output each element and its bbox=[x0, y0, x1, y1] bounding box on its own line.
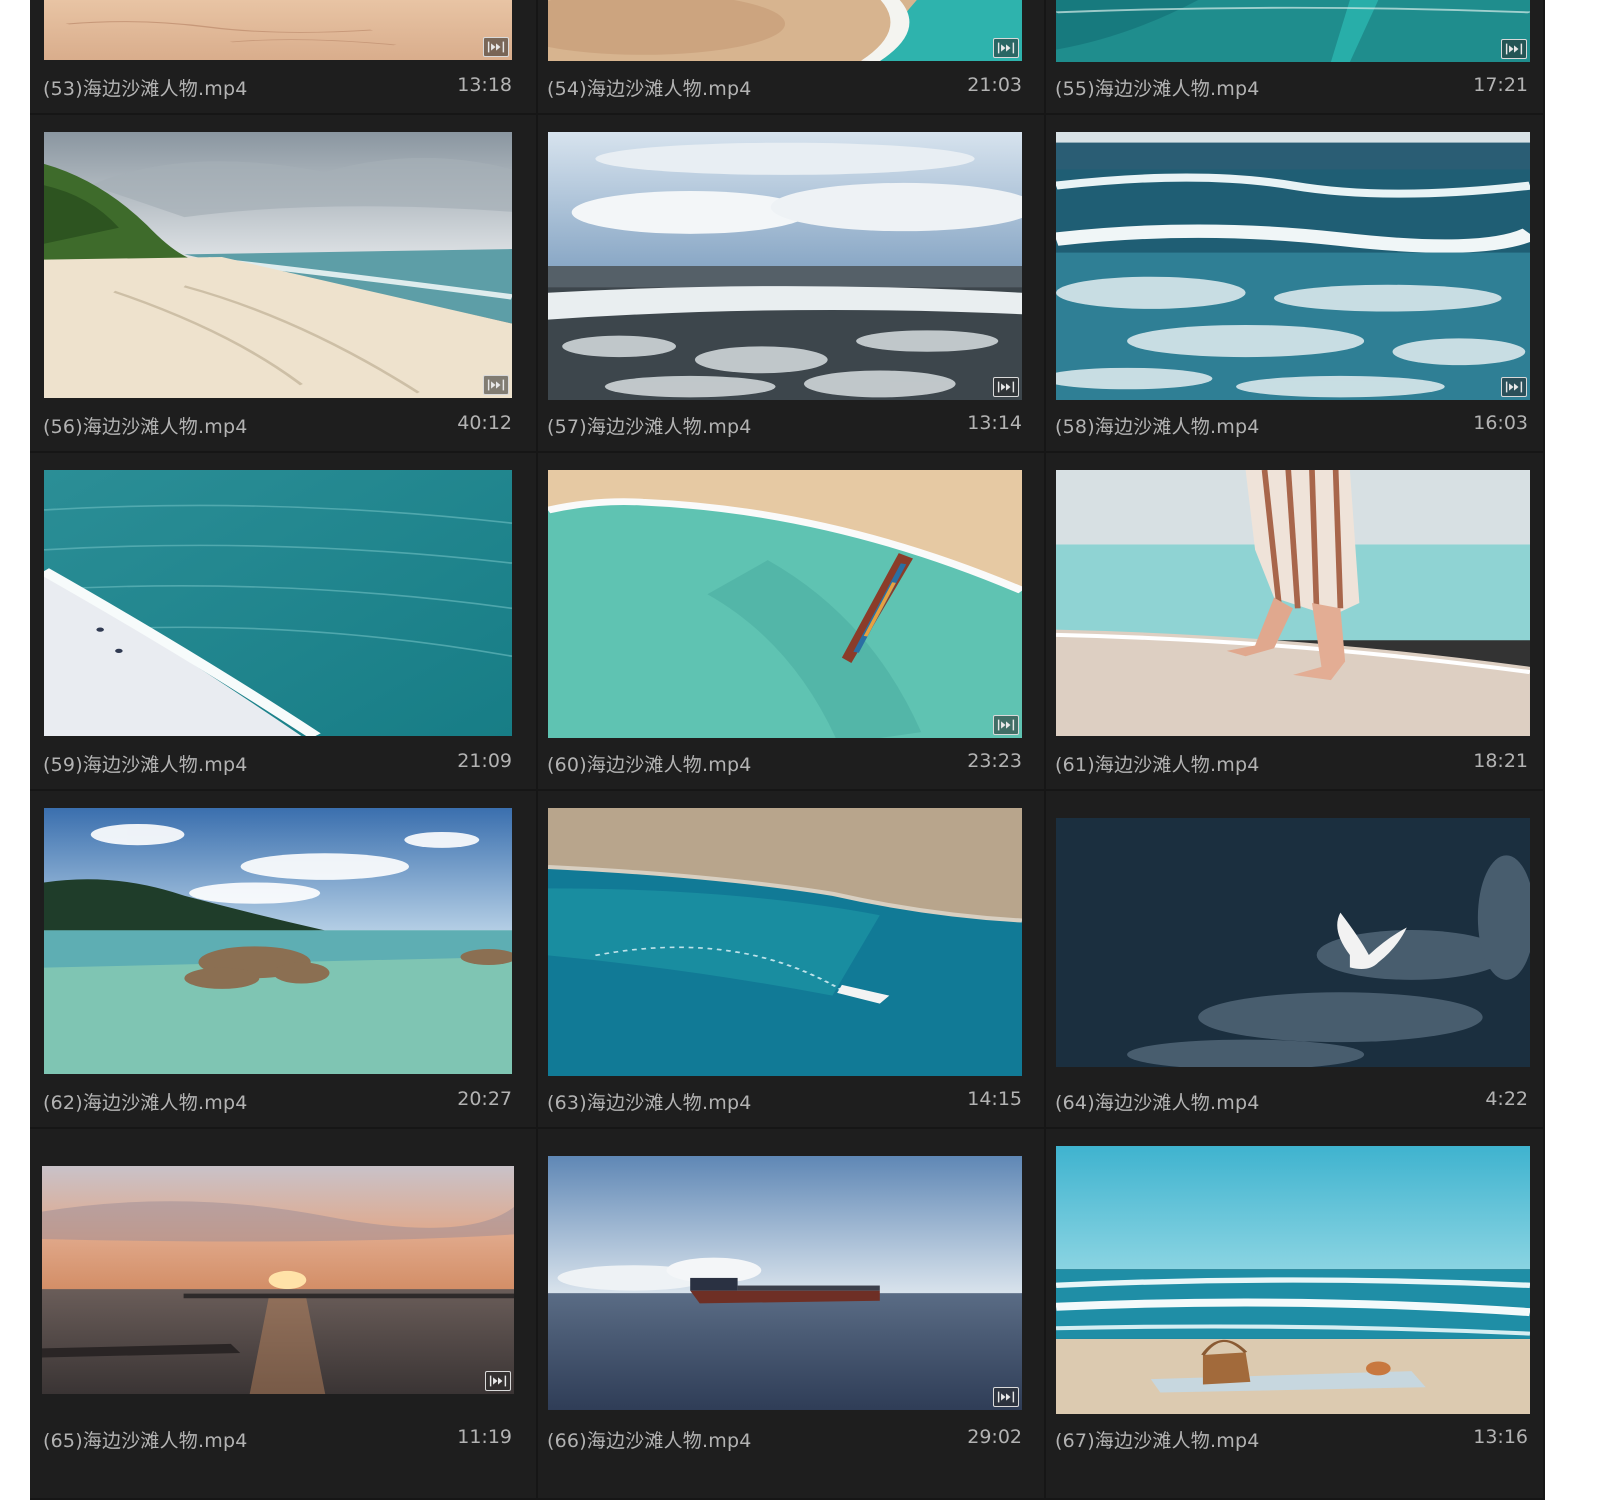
clip-duration: 20:27 bbox=[457, 1088, 512, 1110]
clip-name: (60)海边沙滩人物.mp4 bbox=[547, 754, 752, 776]
clip-name: (64)海边沙滩人物.mp4 bbox=[1055, 1092, 1260, 1114]
clip-thumbnail[interactable] bbox=[548, 1156, 1022, 1410]
clip-name: (59)海边沙滩人物.mp4 bbox=[43, 754, 248, 776]
clip-name: (66)海边沙滩人物.mp4 bbox=[547, 1430, 752, 1452]
clip-name: (63)海边沙滩人物.mp4 bbox=[547, 1092, 752, 1114]
clip-duration: 13:18 bbox=[457, 74, 512, 96]
clip-name: (56)海边沙滩人物.mp4 bbox=[43, 416, 248, 438]
video-audio-icon bbox=[485, 1371, 511, 1391]
clip-thumbnail[interactable] bbox=[548, 470, 1022, 738]
video-audio-icon bbox=[1501, 377, 1527, 397]
video-audio-icon bbox=[993, 377, 1019, 397]
clip-thumbnail[interactable] bbox=[44, 132, 512, 398]
clip-thumbnail[interactable] bbox=[44, 470, 512, 736]
clip-thumbnail[interactable] bbox=[1056, 1146, 1530, 1414]
clip-duration: 23:23 bbox=[967, 750, 1022, 772]
clip-thumbnail[interactable] bbox=[44, 0, 512, 60]
thumbnail-image bbox=[42, 1166, 514, 1394]
clip-thumbnail[interactable] bbox=[44, 808, 512, 1074]
clip-duration: 29:02 bbox=[967, 1426, 1022, 1448]
clip-duration: 21:03 bbox=[967, 74, 1022, 96]
clip-duration: 18:21 bbox=[1473, 750, 1528, 772]
clip-name: (62)海边沙滩人物.mp4 bbox=[43, 1092, 248, 1114]
video-audio-icon bbox=[1501, 39, 1527, 59]
clip-duration: 13:16 bbox=[1473, 1426, 1528, 1448]
media-bin-panel: (53)海边沙滩人物.mp4 13:18 (54)海边沙滩人物.mp4 21:03 … bbox=[30, 0, 1545, 1500]
clip-name: (57)海边沙滩人物.mp4 bbox=[547, 416, 752, 438]
thumbnail-image bbox=[548, 132, 1022, 400]
clip-thumbnail[interactable] bbox=[1056, 132, 1530, 400]
clip-duration: 13:14 bbox=[967, 412, 1022, 434]
clip-name: (61)海边沙滩人物.mp4 bbox=[1055, 754, 1260, 776]
thumbnail-image bbox=[44, 132, 512, 398]
clip-thumbnail[interactable] bbox=[1056, 0, 1530, 62]
clip-duration: 40:12 bbox=[457, 412, 512, 434]
clip-name: (58)海边沙滩人物.mp4 bbox=[1055, 416, 1260, 438]
thumbnail-image bbox=[548, 0, 1022, 61]
clip-thumbnail[interactable] bbox=[1056, 470, 1530, 736]
thumbnail-image bbox=[548, 1156, 1022, 1410]
video-audio-icon bbox=[993, 715, 1019, 735]
thumbnail-image bbox=[44, 470, 512, 736]
clip-duration: 21:09 bbox=[457, 750, 512, 772]
clip-duration: 4:22 bbox=[1485, 1088, 1528, 1110]
thumbnail-image bbox=[44, 0, 512, 60]
clip-name: (65)海边沙滩人物.mp4 bbox=[43, 1430, 248, 1452]
thumbnail-image bbox=[548, 808, 1022, 1076]
clip-duration: 17:21 bbox=[1473, 74, 1528, 96]
video-audio-icon bbox=[993, 38, 1019, 58]
clip-thumbnail[interactable] bbox=[548, 0, 1022, 61]
thumbnail-image bbox=[1056, 818, 1530, 1067]
thumbnail-image bbox=[1056, 0, 1530, 62]
thumbnail-image bbox=[1056, 470, 1530, 736]
thumbnail-image bbox=[1056, 132, 1530, 400]
clip-thumbnail[interactable] bbox=[548, 132, 1022, 400]
thumbnail-image bbox=[1056, 1146, 1530, 1414]
thumbnail-image bbox=[548, 470, 1022, 738]
video-audio-icon bbox=[483, 375, 509, 395]
clip-thumbnail[interactable] bbox=[548, 808, 1022, 1076]
clip-duration: 14:15 bbox=[967, 1088, 1022, 1110]
clip-name: (67)海边沙滩人物.mp4 bbox=[1055, 1430, 1260, 1452]
clip-duration: 11:19 bbox=[457, 1426, 512, 1448]
clip-name: (55)海边沙滩人物.mp4 bbox=[1055, 78, 1260, 100]
clip-name: (53)海边沙滩人物.mp4 bbox=[43, 78, 248, 100]
clip-thumbnail[interactable] bbox=[1056, 818, 1530, 1067]
clip-name: (54)海边沙滩人物.mp4 bbox=[547, 78, 752, 100]
clip-duration: 16:03 bbox=[1473, 412, 1528, 434]
thumbnail-image bbox=[44, 808, 512, 1074]
clip-thumbnail[interactable] bbox=[42, 1166, 514, 1394]
video-audio-icon bbox=[993, 1387, 1019, 1407]
video-audio-icon bbox=[483, 37, 509, 57]
